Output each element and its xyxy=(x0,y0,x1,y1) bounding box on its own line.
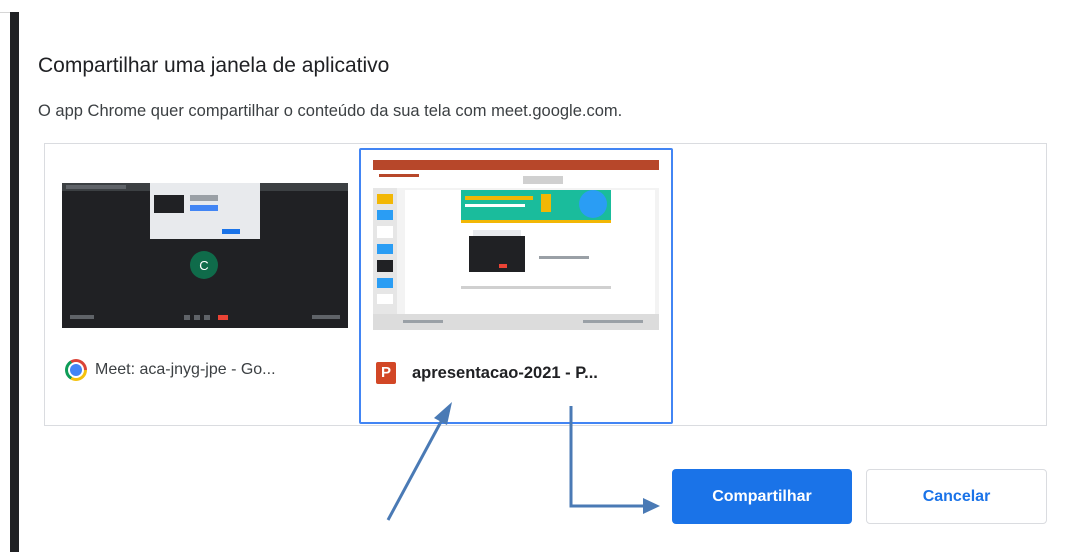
meet-window-label: Meet: aca-jnyg-jpe - Go... xyxy=(95,361,276,378)
chrome-icon xyxy=(65,359,87,381)
cancel-button[interactable]: Cancelar xyxy=(866,469,1047,524)
powerpoint-icon: P xyxy=(376,360,406,386)
powerpoint-window-thumbnail xyxy=(373,160,659,330)
powerpoint-window-title: P apresentacao-2021 - P... xyxy=(376,360,598,386)
share-button[interactable]: Compartilhar xyxy=(672,469,852,524)
meet-window-title: Meet: aca-jnyg-jpe - Go... xyxy=(65,359,276,381)
window-source-meet[interactable]: C Meet: aca-jnyg-jpe - Go... xyxy=(54,148,350,424)
powerpoint-window-label: apresentacao-2021 - P... xyxy=(412,363,598,382)
meet-avatar-letter: C xyxy=(199,258,208,273)
dialog-subtitle: O app Chrome quer compartilhar o conteúd… xyxy=(38,102,623,120)
dialog-title: Compartilhar uma janela de aplicativo xyxy=(38,54,390,77)
window-source-powerpoint[interactable]: P apresentacao-2021 - P... xyxy=(359,148,673,424)
meet-window-thumbnail: C xyxy=(62,183,348,328)
